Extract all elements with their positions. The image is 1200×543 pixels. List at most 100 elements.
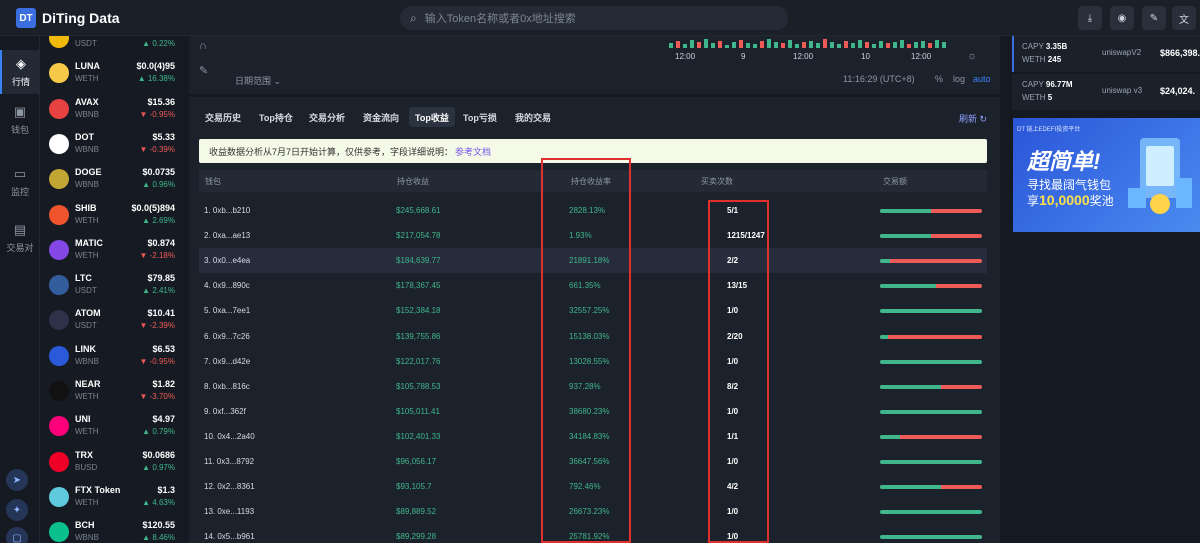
promo-banner[interactable]: DT 链上EDEFI投资平台 超简单! 寻找最阔气钱包 享10,0000奖池 [1013, 118, 1200, 232]
volume-bar [907, 44, 911, 48]
edit-icon: ✎ [1149, 12, 1159, 24]
profit-value: $89,889.52 [396, 507, 437, 517]
wallet-address[interactable]: 8. 0xb...816c [204, 382, 250, 391]
token-logo-icon [49, 204, 69, 225]
volume-bar [683, 44, 687, 48]
nav-item-monitor[interactable]: ▭ 监控 [0, 160, 40, 204]
wallet-address[interactable]: 10. 0x4...2a40 [204, 432, 255, 441]
refresh-button[interactable]: 刷新 ↻ [959, 112, 987, 125]
app-name[interactable]: DiTing Data [42, 10, 120, 26]
wallet-address[interactable]: 9. 0xf...362f [204, 407, 246, 416]
settings-icon[interactable]: ☼ [967, 50, 977, 62]
token-price: $6.53 [152, 343, 175, 354]
volume-bar [676, 41, 680, 48]
token-row[interactable]: USDT ▲ 0.22% [41, 36, 181, 55]
token-logo-icon [49, 381, 69, 401]
arrow-down-icon: ▼ [139, 392, 150, 401]
discord-icon[interactable]: ▢ [6, 527, 28, 543]
tab-2[interactable]: 交易分析 [303, 107, 351, 127]
app-logo[interactable]: DT [16, 8, 36, 28]
pool-value: $24,024. [1160, 86, 1196, 96]
wallet-address[interactable]: 2. 0xa...ae13 [204, 231, 250, 240]
nav-item-wallet[interactable]: ▣ 钱包 [0, 98, 40, 142]
magnet-icon[interactable]: ∩ [199, 40, 207, 52]
layers-icon: ◈ [16, 56, 26, 71]
token-row[interactable]: UNI WETH $4.97 ▲ 0.79% [41, 408, 181, 443]
volume-bar [921, 41, 925, 48]
volume-bar [851, 43, 855, 48]
edit-button[interactable]: ✎ [1142, 6, 1166, 30]
token-row[interactable]: DOT WBNB $5.33 ▼ -0.39% [41, 126, 181, 161]
twitter-icon[interactable]: ✦ [6, 499, 28, 521]
right-column: CAPY 3.35B WETH 245 uniswapV2 $866,398. … [1012, 36, 1200, 543]
token-price: $4.97 [152, 414, 175, 425]
wallet-address[interactable]: 6. 0x9...7c26 [204, 332, 250, 341]
wallet-address[interactable]: 13. 0xe...1193 [204, 507, 254, 516]
left-nav: ◈ 行情 ▣ 钱包 ▭ 监控 ▤ 交易对 ➤ ✦ ▢ [0, 36, 40, 543]
token-row[interactable]: FTX Token WETH $1.3 ▲ 4.63% [41, 479, 181, 514]
wallet-address[interactable]: 4. 0x9...890c [204, 281, 250, 290]
highlight-box-rate [541, 158, 631, 543]
token-row[interactable]: LINK WBNB $6.53 ▼ -0.95% [41, 338, 181, 373]
token-price: $120.55 [142, 520, 175, 531]
token-symbol: MATIC [75, 237, 103, 248]
date-range-button[interactable]: 日期范围 ⌄ [235, 74, 281, 87]
search-input[interactable]: 输入Token名称或者0x地址搜索 [425, 10, 576, 26]
pool-item[interactable]: CAPY 96.77M WETH 5 uniswap v3 $24,024. [1012, 74, 1200, 110]
volume-bar [886, 43, 890, 48]
token-row[interactable]: BCH WBNB $120.55 ▲ 8.46% [41, 514, 181, 543]
token-price: $15.36 [147, 96, 175, 107]
profit-value: $184,639.77 [396, 256, 441, 266]
tab-3[interactable]: 资金流向 [357, 107, 405, 127]
tab-5[interactable]: Top亏损 [457, 107, 503, 127]
log-toggle[interactable]: log [953, 74, 965, 84]
token-row[interactable]: ATOM USDT $10.41 ▼ -2.39% [41, 302, 181, 337]
download-icon: ⤓ [1087, 12, 1093, 24]
wallet-address[interactable]: 7. 0x9...d42e [204, 357, 250, 366]
translate-button[interactable]: 文 [1172, 6, 1196, 30]
buy-share-fill [880, 409, 982, 414]
tab-6[interactable]: 我的交易 [509, 107, 557, 127]
token-change: ▼ -3.70% [139, 392, 176, 401]
pool-item[interactable]: CAPY 3.35B WETH 245 uniswapV2 $866,398. [1012, 36, 1200, 72]
promo-title: 超简单! [1027, 149, 1101, 174]
token-row[interactable]: TRX BUSD $0.0686 ▲ 0.97% [41, 444, 181, 479]
search-bar[interactable]: ⌕ 输入Token名称或者0x地址搜索 [400, 6, 788, 30]
nav-item-market[interactable]: ◈ 行情 [0, 50, 40, 94]
profit-value: $89,299.28 [396, 532, 437, 542]
gas-button[interactable]: ◉ [1110, 6, 1134, 30]
profit-value: $139,755.86 [396, 331, 441, 341]
volume-bar [879, 41, 883, 48]
chart-strip: ∩ ✎ 12:00 9 12:00 10 12:00 ☼ 日期范围 ⌄ 11:1… [189, 36, 1000, 94]
telegram-icon[interactable]: ➤ [6, 469, 28, 491]
percent-toggle[interactable]: % [935, 74, 943, 84]
wallet-address[interactable]: 12. 0x2...8361 [204, 482, 255, 491]
download-button[interactable]: ⤓ [1078, 6, 1102, 30]
token-row[interactable]: SHIB WETH $0.0(5)894 ▲ 2.69% [41, 197, 181, 232]
wallet-address[interactable]: 5. 0xa...7ee1 [204, 306, 250, 315]
token-row[interactable]: NEAR WETH $1.82 ▼ -3.70% [41, 373, 181, 408]
tab-0[interactable]: 交易历史 [199, 107, 247, 127]
buy-share-fill [880, 259, 891, 264]
token-row[interactable]: AVAX WBNB $15.36 ▼ -0.95% [41, 91, 181, 126]
token-row[interactable]: LUNA WETH $0.0(4)95 ▲ 16.38% [41, 55, 181, 90]
tab-1[interactable]: Top持仓 [253, 107, 299, 127]
wallet-address[interactable]: 14. 0x5...b961 [204, 532, 255, 541]
token-change: ▼ -0.39% [139, 144, 176, 154]
token-row[interactable]: DOGE WBNB $0.0735 ▲ 0.96% [41, 161, 181, 196]
wallet-address[interactable]: 3. 0x0...e4ea [204, 256, 250, 265]
volume-bar [893, 42, 897, 48]
token-row[interactable]: MATIC WETH $0.874 ▼ -2.18% [41, 232, 181, 267]
tab-4[interactable]: Top收益 [409, 107, 455, 127]
docs-link[interactable]: 参考文档 [455, 145, 491, 158]
wallet-address[interactable]: 11. 0x3...8792 [204, 457, 254, 466]
volume-bar [816, 43, 820, 48]
draw-tool-icon[interactable]: ✎ [199, 64, 208, 77]
auto-toggle[interactable]: auto [973, 74, 991, 84]
nav-item-pairs[interactable]: ▤ 交易对 [0, 216, 40, 260]
token-row[interactable]: LTC USDT $79.85 ▲ 2.41% [41, 267, 181, 302]
buy-share-fill [880, 434, 901, 439]
volume-bar [767, 39, 771, 48]
wallet-icon: ▣ [13, 104, 27, 119]
wallet-address[interactable]: 1. 0xb...b210 [204, 206, 250, 215]
